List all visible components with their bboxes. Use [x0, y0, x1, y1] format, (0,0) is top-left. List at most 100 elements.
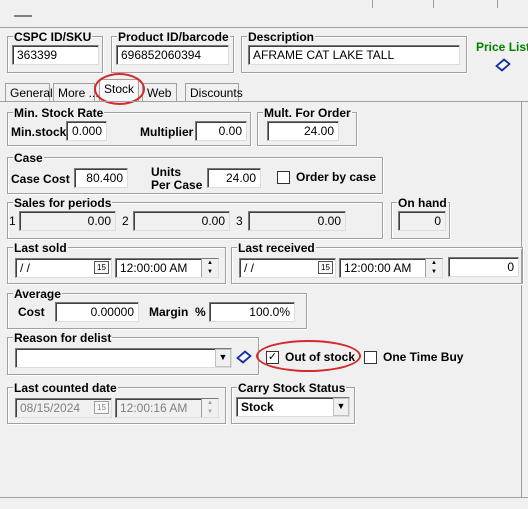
order-by-case-label: Order by case — [296, 170, 377, 184]
last-received-time-input[interactable]: 12:00:00 AM ▲ ▼ — [339, 258, 443, 278]
price-list-book-icon[interactable] — [495, 58, 511, 72]
period-2-value: 0.00 — [133, 211, 230, 231]
top-toolbar-strip — [0, 0, 528, 28]
calendar-icon[interactable]: 15 — [94, 401, 109, 414]
spin-down-icon[interactable]: ▼ — [426, 268, 442, 277]
order-by-case-checkbox[interactable] — [277, 171, 290, 184]
spin-down-icon[interactable]: ▼ — [202, 268, 218, 277]
carry-stock-status-label: Carry Stock Status — [237, 381, 347, 395]
last-counted-group: Last counted date 08/15/2024 15 12:00:16… — [7, 381, 226, 424]
product-id-group: Product ID/barcode 696852060394 — [111, 30, 234, 73]
toolbar-dash-icon — [14, 15, 32, 17]
tab-discounts[interactable]: Discounts — [185, 83, 243, 101]
period-3-value: 0.00 — [248, 211, 346, 231]
last-counted-label: Last counted date — [13, 381, 118, 395]
last-sold-group: Last sold / / 15 12:00:00 AM ▲ ▼ — [7, 241, 226, 284]
period-2-label: 2 — [122, 214, 129, 228]
description-label: Description — [247, 30, 316, 44]
tab-web[interactable]: Web — [142, 83, 177, 101]
average-cost-input[interactable]: 0.00000 — [55, 302, 139, 322]
description-input[interactable]: AFRAME CAT LAKE TALL — [248, 45, 460, 65]
calendar-icon[interactable]: 15 — [94, 261, 109, 274]
price-list-link[interactable]: Price List — [476, 40, 528, 54]
calendar-icon[interactable]: 15 — [318, 261, 333, 274]
min-stock-label: Min.stock — [11, 125, 67, 139]
sku-group: CSPC ID/SKU 363399 — [7, 30, 103, 73]
last-received-label: Last received — [237, 241, 316, 255]
carry-stock-status-value: Stock — [241, 400, 274, 414]
period-3-label: 3 — [236, 214, 243, 228]
units-per-case-label-2: Per Case — [151, 178, 203, 192]
spin-up-icon[interactable]: ▲ — [202, 399, 218, 408]
product-id-label: Product ID/barcode — [117, 30, 230, 44]
mult-for-order-label: Mult. For Order — [263, 106, 352, 120]
sku-input[interactable]: 363399 — [12, 45, 99, 65]
case-group: Case Case Cost 80.400 Units Per Case 24.… — [7, 151, 383, 194]
last-received-time-value: 12:00:00 AM — [344, 261, 412, 275]
case-group-label: Case — [13, 151, 44, 165]
sales-periods-group: Sales for periods 1 0.00 2 0.00 3 0.00 — [7, 196, 383, 239]
cost-label: Cost — [18, 305, 45, 319]
last-received-date-value: / / — [244, 261, 255, 275]
mult-for-order-input[interactable]: 24.00 — [267, 121, 339, 141]
out-of-stock-highlight — [256, 340, 361, 372]
one-time-buy-checkbox[interactable] — [364, 351, 377, 364]
period-1-value: 0.00 — [19, 211, 116, 231]
case-cost-label: Case Cost — [11, 172, 70, 186]
sku-label: CSPC ID/SKU — [13, 30, 93, 44]
min-stock-group: Min. Stock Rate Min.stock 0.000 Multipli… — [7, 106, 251, 146]
spin-up-icon[interactable]: ▲ — [202, 259, 218, 268]
last-sold-date-value: / / — [20, 261, 31, 275]
tab-more[interactable]: More ... — [53, 83, 99, 101]
last-received-group: Last received / / 15 12:00:00 AM ▲ ▼ 0 — [231, 241, 523, 284]
toolbar-separator — [372, 0, 373, 8]
margin-label: Margin — [149, 305, 189, 319]
min-stock-input[interactable]: 0.000 — [66, 121, 107, 141]
spin-up-icon[interactable]: ▲ — [426, 259, 442, 268]
bottom-strip — [0, 498, 528, 509]
panel-right-edge — [521, 101, 522, 498]
toolbar-separator — [497, 0, 498, 8]
chevron-down-icon[interactable]: ▼ — [333, 398, 349, 416]
average-label: Average — [13, 287, 62, 301]
min-stock-group-label: Min. Stock Rate — [13, 106, 105, 120]
percent-symbol: % — [195, 305, 206, 319]
delist-reason-select[interactable]: ▼ — [15, 348, 232, 368]
product-id-input[interactable]: 696852060394 — [116, 45, 229, 65]
delist-book-icon[interactable] — [236, 350, 252, 364]
margin-input[interactable]: 100.0% — [209, 302, 295, 322]
chevron-down-icon[interactable]: ▼ — [215, 349, 231, 367]
on-hand-label: On hand — [397, 196, 448, 210]
time-spinner[interactable]: ▲ ▼ — [201, 259, 218, 277]
last-received-qty-input[interactable]: 0 — [448, 257, 519, 277]
average-group: Average Cost 0.00000 Margin % 100.0% — [7, 287, 307, 329]
last-sold-time-input[interactable]: 12:00:00 AM ▲ ▼ — [115, 258, 219, 278]
toolbar-separator — [433, 0, 434, 8]
last-counted-date-input[interactable]: 08/15/2024 15 — [15, 398, 112, 418]
multiplier-input[interactable]: 0.00 — [195, 121, 247, 141]
time-spinner[interactable]: ▲ ▼ — [201, 399, 218, 417]
on-hand-value: 0 — [398, 211, 446, 231]
description-group: Description AFRAME CAT LAKE TALL — [241, 30, 467, 73]
last-received-date-input[interactable]: / / 15 — [239, 258, 336, 278]
last-sold-time-value: 12:00:00 AM — [120, 261, 188, 275]
last-sold-date-input[interactable]: / / 15 — [15, 258, 112, 278]
last-counted-time-value: 12:00:16 AM — [120, 401, 188, 415]
case-cost-input[interactable]: 80.400 — [74, 168, 128, 188]
mult-for-order-group: Mult. For Order 24.00 — [257, 106, 357, 146]
last-sold-label: Last sold — [13, 241, 68, 255]
last-counted-date-value: 08/15/2024 — [20, 401, 81, 415]
carry-stock-status-select[interactable]: Stock ▼ — [236, 397, 350, 417]
last-counted-time-input[interactable]: 12:00:16 AM ▲ ▼ — [115, 398, 219, 418]
carry-stock-status-group: Carry Stock Status Stock ▼ — [231, 381, 355, 424]
period-1-label: 1 — [9, 214, 16, 228]
on-hand-group: On hand 0 — [391, 196, 450, 239]
time-spinner[interactable]: ▲ ▼ — [425, 259, 442, 277]
delist-label: Reason for delist — [13, 331, 113, 345]
units-per-case-label-1: Units — [151, 165, 181, 179]
spin-down-icon[interactable]: ▼ — [202, 408, 218, 417]
multiplier-label: Multiplier — [140, 125, 194, 139]
units-per-case-input[interactable]: 24.00 — [207, 168, 261, 188]
sales-periods-label: Sales for periods — [13, 196, 113, 210]
tab-general[interactable]: General — [5, 83, 53, 101]
